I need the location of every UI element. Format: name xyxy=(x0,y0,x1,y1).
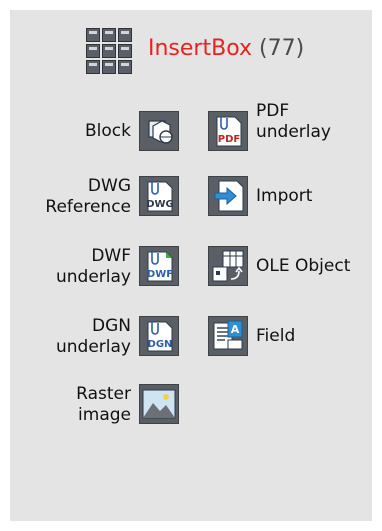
field-label: Field xyxy=(256,326,296,346)
raster-image-label: Raster image xyxy=(76,384,131,425)
pdf-underlay-button[interactable]: PDF PDF underlay xyxy=(10,101,372,159)
raster-image-icon xyxy=(139,384,179,424)
pdf-underlay-icon: PDF xyxy=(208,111,248,151)
svg-text:A: A xyxy=(231,323,240,336)
panel-title-count: (77) xyxy=(259,36,305,61)
panel-header: InsertBox (77) xyxy=(86,28,366,76)
ole-object-label: OLE Object xyxy=(256,256,351,276)
pdf-underlay-label: PDF underlay xyxy=(256,101,331,142)
grid-icon xyxy=(86,28,134,76)
ole-object-button[interactable]: OLE Object xyxy=(10,246,372,294)
panel-title-name: InsertBox xyxy=(148,36,252,61)
ole-object-icon xyxy=(208,246,248,286)
field-button[interactable]: A Field xyxy=(10,316,372,364)
raster-image-button[interactable]: Raster image xyxy=(10,384,372,432)
field-icon: A xyxy=(208,316,248,356)
import-label: Import xyxy=(256,186,313,206)
insertbox-panel: InsertBox (77) Block DWG Reference DWG D… xyxy=(10,10,372,521)
import-icon xyxy=(208,176,248,216)
import-button[interactable]: Import xyxy=(10,176,372,224)
panel-title: InsertBox (77) xyxy=(148,35,304,63)
svg-text:PDF: PDF xyxy=(218,134,240,145)
